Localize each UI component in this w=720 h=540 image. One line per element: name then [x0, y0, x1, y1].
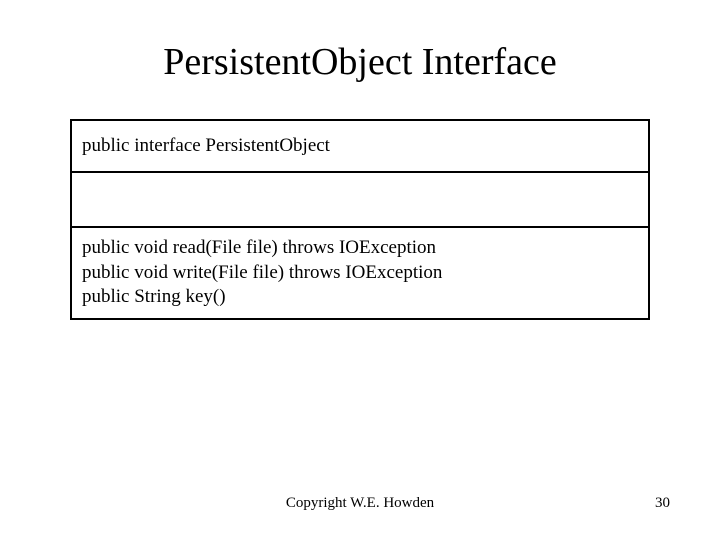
uml-method-write: public void write(File file) throws IOEx… [82, 261, 638, 286]
uml-class-box: public interface PersistentObject public… [70, 119, 650, 320]
slide-title: PersistentObject Interface [50, 40, 670, 84]
slide-container: PersistentObject Interface public interf… [0, 0, 720, 540]
uml-methods-compartment: public void read(File file) throws IOExc… [72, 228, 648, 318]
uml-method-key: public String key() [82, 285, 638, 310]
uml-name-compartment: public interface PersistentObject [72, 121, 648, 173]
uml-interface-declaration: public interface PersistentObject [82, 134, 638, 159]
uml-attributes-compartment [72, 173, 648, 228]
copyright-footer: Copyright W.E. Howden [0, 495, 720, 512]
page-number: 30 [655, 495, 670, 512]
uml-method-read: public void read(File file) throws IOExc… [82, 236, 638, 261]
